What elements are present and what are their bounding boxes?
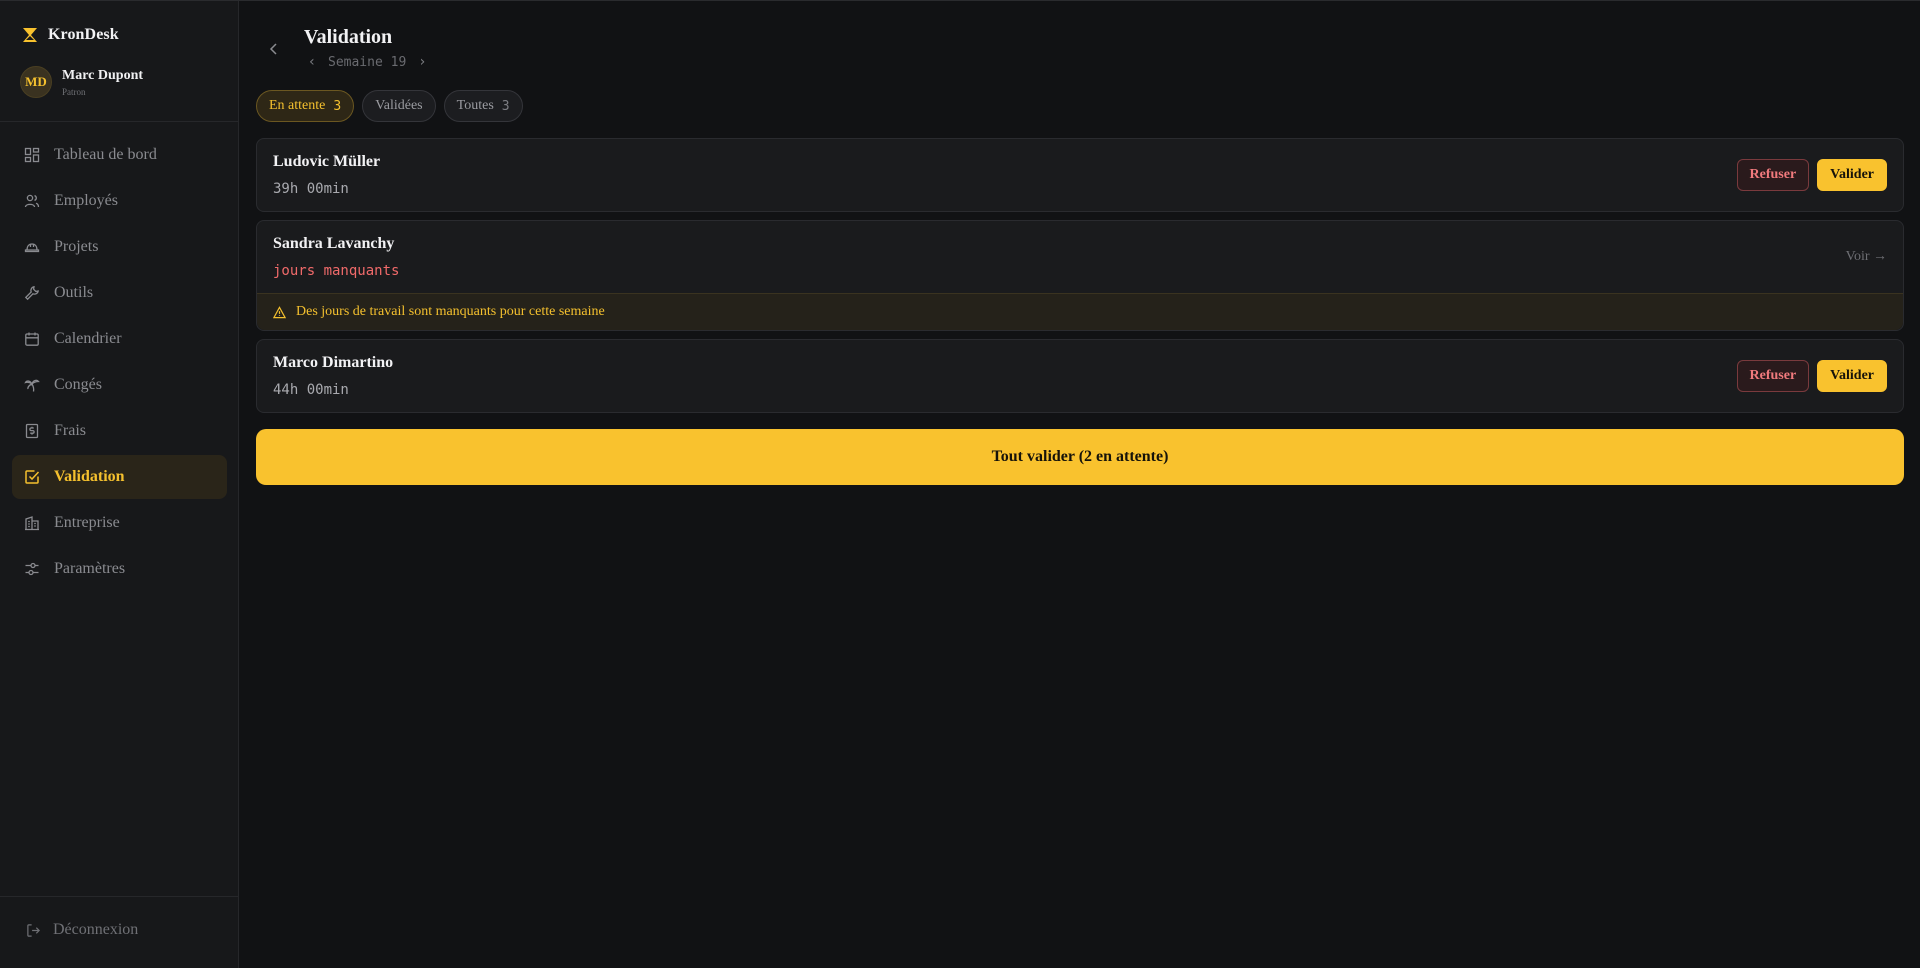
- logout-label: Déconnexion: [53, 921, 139, 938]
- logout-button[interactable]: Déconnexion: [26, 921, 138, 939]
- timesheet-card: Ludovic Müller 39h 00min Refuser Valider: [256, 138, 1904, 212]
- sidebar-item-label: Paramètres: [54, 560, 126, 577]
- receipt-icon: [25, 423, 39, 439]
- main-content: Validation ‹ Semaine 19 › En attente 3 V…: [240, 1, 1920, 968]
- previous-week-button[interactable]: ‹: [306, 54, 318, 70]
- building-icon: [25, 516, 39, 531]
- sidebar-item-validation[interactable]: Validation: [12, 455, 227, 499]
- refuse-button[interactable]: Refuser: [1736, 360, 1810, 392]
- brand-name: KronDesk: [48, 26, 119, 43]
- sidebar-item-company[interactable]: Entreprise: [12, 501, 227, 545]
- brand[interactable]: KronDesk: [22, 26, 119, 44]
- sidebar: KronDesk MD Marc Dupont Patron Tableau d…: [0, 1, 239, 968]
- sidebar-item-label: Frais: [54, 422, 86, 439]
- hourglass-icon: [22, 27, 38, 43]
- avatar: MD: [20, 66, 52, 98]
- user-profile[interactable]: MD Marc Dupont Patron: [20, 66, 143, 98]
- sidebar-item-label: Entreprise: [54, 514, 120, 531]
- total-hours: 44h 00min: [273, 382, 349, 398]
- sidebar-nav: Tableau de bord Employés Projets Outils …: [12, 133, 227, 593]
- sliders-icon: [25, 562, 39, 576]
- check-square-icon: [25, 470, 40, 484]
- refuse-button[interactable]: Refuser: [1736, 159, 1810, 191]
- warning-icon: [273, 305, 286, 318]
- filter-all[interactable]: Toutes 3: [443, 90, 523, 122]
- validate-button[interactable]: Valider: [1817, 159, 1887, 191]
- warning-text: Des jours de travail sont manquants pour…: [296, 304, 605, 319]
- sidebar-item-label: Tableau de bord: [54, 146, 157, 163]
- week-navigator: ‹ Semaine 19 ›: [306, 54, 428, 70]
- page-title: Validation: [304, 26, 393, 48]
- week-label: Semaine 19: [328, 54, 407, 70]
- dashboard-icon: [24, 147, 40, 163]
- employee-name: Sandra Lavanchy: [273, 235, 395, 252]
- card-actions: Refuser Valider: [1736, 159, 1887, 191]
- sidebar-bottom-divider: [0, 896, 238, 897]
- sidebar-item-projects[interactable]: Projets: [12, 225, 227, 269]
- sidebar-item-calendar[interactable]: Calendrier: [12, 317, 227, 361]
- sidebar-item-settings[interactable]: Paramètres: [12, 547, 227, 591]
- next-week-button[interactable]: ›: [416, 54, 428, 70]
- validate-button[interactable]: Valider: [1817, 360, 1887, 392]
- filter-count: 3: [501, 98, 510, 114]
- user-role: Patron: [62, 86, 86, 97]
- timesheet-card: Marco Dimartino 44h 00min Refuser Valide…: [256, 339, 1904, 413]
- sidebar-item-label: Employés: [54, 192, 118, 209]
- sidebar-item-employees[interactable]: Employés: [12, 179, 227, 223]
- view-link[interactable]: Voir →: [1846, 249, 1887, 265]
- filter-count: 3: [333, 98, 342, 114]
- sidebar-item-label: Calendrier: [54, 330, 122, 347]
- sidebar-item-leave[interactable]: Congés: [12, 363, 227, 407]
- sidebar-divider: [0, 121, 238, 122]
- calendar-icon: [25, 332, 39, 346]
- status-filters: En attente 3 Validées Toutes 3: [256, 90, 523, 122]
- sidebar-item-tools[interactable]: Outils: [12, 271, 227, 315]
- back-button[interactable]: [262, 37, 286, 61]
- missing-days-warning: Des jours de travail sont manquants pour…: [257, 293, 1903, 330]
- employee-name: Ludovic Müller: [273, 153, 381, 170]
- sidebar-item-label: Validation: [54, 468, 125, 485]
- filter-label: En attente: [269, 98, 326, 113]
- sidebar-item-expenses[interactable]: Frais: [12, 409, 227, 453]
- timesheet-card: Sandra Lavanchy jours manquants Voir → D…: [256, 220, 1904, 331]
- logout-icon: [27, 923, 40, 937]
- filter-label: Validées: [375, 98, 423, 113]
- card-actions: Refuser Valider: [1736, 360, 1887, 392]
- sidebar-item-label: Outils: [54, 284, 94, 301]
- employee-name: Marco Dimartino: [273, 354, 394, 371]
- validate-all-button[interactable]: Tout valider (2 en attente): [256, 429, 1904, 485]
- sidebar-item-label: Congés: [54, 376, 102, 393]
- users-icon: [24, 194, 40, 208]
- filter-label: Toutes: [456, 98, 494, 113]
- chevron-left-icon: [269, 43, 277, 55]
- filter-pending[interactable]: En attente 3: [256, 90, 355, 122]
- palm-tree-icon: [24, 379, 40, 392]
- user-name: Marc Dupont: [62, 67, 144, 83]
- filter-validated[interactable]: Validées: [362, 90, 436, 122]
- wrench-icon: [24, 285, 40, 301]
- missing-days-status: jours manquants: [273, 263, 400, 279]
- sidebar-item-label: Projets: [54, 238, 99, 255]
- hard-hat-icon: [24, 243, 40, 253]
- sidebar-item-dashboard[interactable]: Tableau de bord: [12, 133, 227, 177]
- total-hours: 39h 00min: [273, 181, 349, 197]
